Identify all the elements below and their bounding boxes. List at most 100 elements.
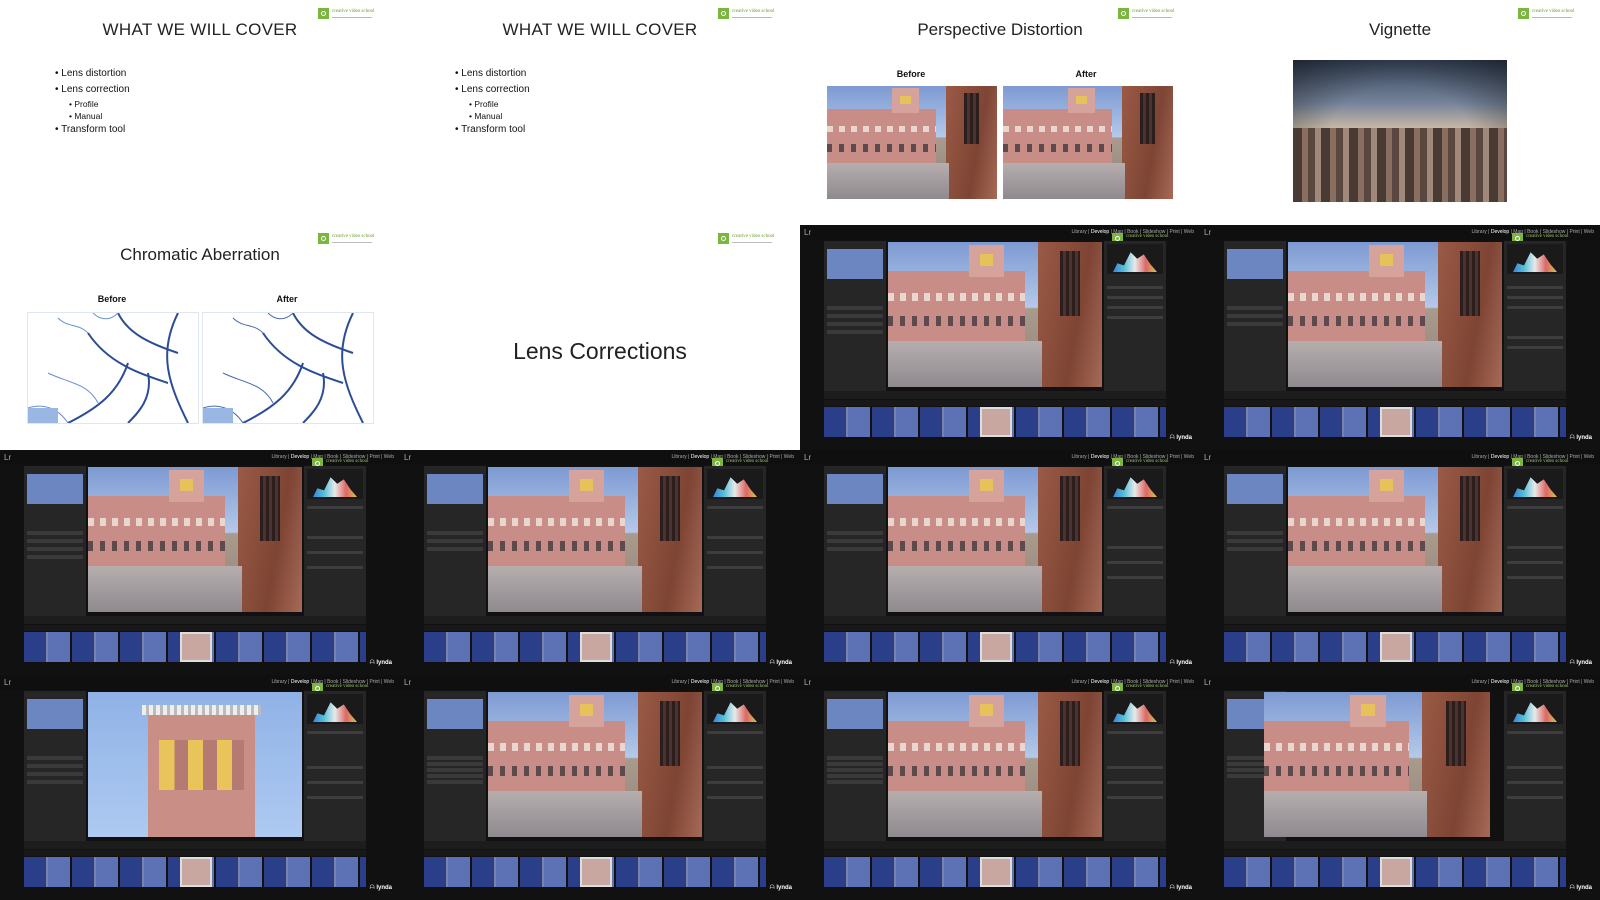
right-panel[interactable] — [1104, 466, 1166, 616]
panel-row[interactable] — [707, 506, 763, 509]
module-web[interactable]: Web — [1584, 454, 1594, 460]
toolbar[interactable] — [824, 391, 1166, 399]
filmstrip-bar[interactable] — [1224, 400, 1566, 406]
module-library[interactable]: Library — [671, 454, 686, 460]
module-library[interactable]: Library — [1471, 679, 1486, 685]
left-panel[interactable] — [424, 691, 486, 841]
histogram[interactable] — [707, 469, 763, 499]
filmstrip[interactable] — [424, 857, 766, 887]
selected-thumbnail[interactable] — [980, 407, 1012, 437]
selected-thumbnail[interactable] — [180, 632, 212, 662]
navigator-preview[interactable] — [1227, 474, 1283, 504]
histogram[interactable] — [1507, 244, 1563, 274]
toolbar[interactable] — [1224, 391, 1566, 399]
panel-row[interactable] — [307, 781, 363, 784]
panel-row[interactable] — [1507, 336, 1563, 339]
panel-row[interactable] — [707, 766, 763, 769]
panel-row[interactable] — [1507, 796, 1563, 799]
panel-row[interactable] — [1107, 306, 1163, 309]
panel-row[interactable] — [827, 322, 883, 326]
module-library[interactable]: Library — [1071, 229, 1086, 235]
module-web[interactable]: Web — [784, 454, 794, 460]
filmstrip[interactable] — [1224, 632, 1566, 662]
main-image-view[interactable] — [1288, 242, 1502, 387]
navigator-preview[interactable] — [427, 474, 483, 504]
filmstrip-bar[interactable] — [424, 850, 766, 856]
filmstrip[interactable] — [824, 857, 1166, 887]
panel-row[interactable] — [307, 796, 363, 799]
navigator-preview[interactable] — [827, 474, 883, 504]
navigator-preview[interactable] — [827, 699, 883, 729]
right-panel[interactable] — [304, 691, 366, 841]
module-web[interactable]: Web — [384, 454, 394, 460]
toolbar[interactable] — [424, 616, 766, 624]
panel-row[interactable] — [707, 731, 763, 734]
main-image-view[interactable] — [1264, 692, 1490, 837]
main-image-view[interactable] — [88, 467, 302, 612]
module-web[interactable]: Web — [1184, 679, 1194, 685]
panel-row[interactable] — [1507, 781, 1563, 784]
panel-row[interactable] — [1507, 306, 1563, 309]
panel-row[interactable] — [307, 506, 363, 509]
toolbar[interactable] — [824, 841, 1166, 849]
module-print[interactable]: Print — [1569, 229, 1579, 235]
panel-row[interactable] — [827, 306, 883, 310]
panel-row[interactable] — [707, 536, 763, 539]
toolbar[interactable] — [24, 616, 366, 624]
panel-row[interactable] — [1507, 546, 1563, 549]
panel-row[interactable] — [1227, 547, 1283, 551]
panel-row[interactable] — [1227, 306, 1283, 310]
panel-row[interactable] — [427, 547, 483, 551]
module-library[interactable]: Library — [1471, 229, 1486, 235]
histogram[interactable] — [307, 694, 363, 724]
module-develop[interactable]: Develop — [291, 679, 309, 685]
panel-row[interactable] — [427, 768, 483, 772]
panel-row[interactable] — [427, 780, 483, 784]
main-image-view[interactable] — [888, 467, 1102, 612]
panel-row[interactable] — [27, 555, 83, 559]
filmstrip-bar[interactable] — [24, 850, 366, 856]
selected-thumbnail[interactable] — [580, 857, 612, 887]
navigator-preview[interactable] — [427, 699, 483, 729]
main-image-view[interactable] — [488, 692, 702, 837]
panel-row[interactable] — [1227, 322, 1283, 326]
panel-row[interactable] — [1507, 561, 1563, 564]
filmstrip[interactable] — [824, 632, 1166, 662]
panel-row[interactable] — [1507, 286, 1563, 289]
filmstrip-bar[interactable] — [1224, 850, 1566, 856]
panel-row[interactable] — [1107, 766, 1163, 769]
filmstrip-bar[interactable] — [824, 400, 1166, 406]
right-panel[interactable] — [304, 466, 366, 616]
left-panel[interactable] — [824, 691, 886, 841]
filmstrip[interactable] — [24, 632, 366, 662]
left-panel[interactable] — [424, 466, 486, 616]
module-print[interactable]: Print — [1169, 454, 1179, 460]
right-panel[interactable] — [704, 691, 766, 841]
panel-row[interactable] — [427, 531, 483, 535]
panel-row[interactable] — [307, 766, 363, 769]
module-web[interactable]: Web — [1584, 229, 1594, 235]
right-panel[interactable] — [1504, 466, 1566, 616]
selected-thumbnail[interactable] — [180, 857, 212, 887]
filmstrip[interactable] — [824, 407, 1166, 437]
module-library[interactable]: Library — [271, 454, 286, 460]
panel-row[interactable] — [827, 780, 883, 784]
right-panel[interactable] — [1104, 241, 1166, 391]
panel-row[interactable] — [1107, 506, 1163, 509]
module-web[interactable]: Web — [784, 679, 794, 685]
panel-row[interactable] — [27, 539, 83, 543]
filmstrip[interactable] — [1224, 407, 1566, 437]
panel-row[interactable] — [827, 768, 883, 772]
selected-thumbnail[interactable] — [1380, 857, 1412, 887]
panel-row[interactable] — [27, 547, 83, 551]
panel-row[interactable] — [27, 756, 83, 760]
navigator-preview[interactable] — [27, 699, 83, 729]
module-develop[interactable]: Develop — [691, 679, 709, 685]
panel-row[interactable] — [27, 531, 83, 535]
panel-row[interactable] — [827, 330, 883, 334]
right-panel[interactable] — [1504, 691, 1566, 841]
panel-row[interactable] — [1107, 316, 1163, 319]
panel-row[interactable] — [1507, 506, 1563, 509]
module-develop[interactable]: Develop — [1491, 229, 1509, 235]
main-image-view[interactable] — [888, 242, 1102, 387]
